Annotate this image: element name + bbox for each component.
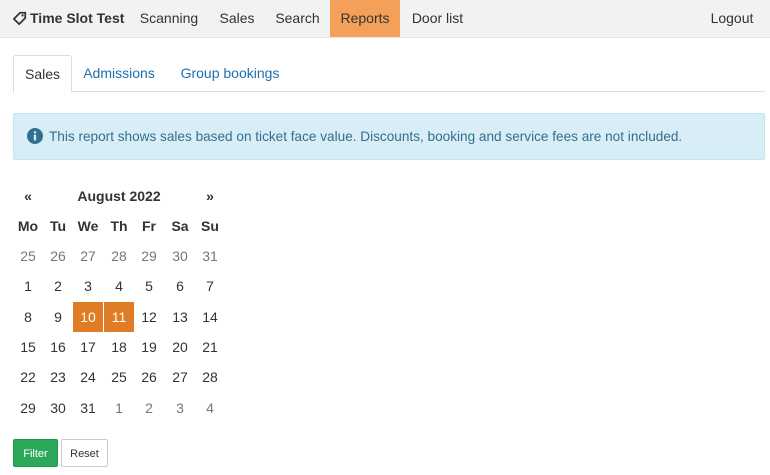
day-cell[interactable]: 8 bbox=[13, 302, 43, 332]
day-cell-selected[interactable]: 11 bbox=[104, 302, 134, 332]
day-cell[interactable]: 3 bbox=[165, 393, 195, 423]
next-month-button[interactable]: » bbox=[195, 181, 225, 211]
nav-sales[interactable]: Sales bbox=[209, 0, 265, 37]
day-cell-selected[interactable]: 10 bbox=[73, 302, 103, 332]
day-cell[interactable]: 5 bbox=[134, 271, 164, 301]
day-cell[interactable]: 2 bbox=[134, 393, 164, 423]
day-cell[interactable]: 9 bbox=[43, 302, 73, 332]
day-cell[interactable]: 1 bbox=[104, 393, 134, 423]
day-cell[interactable]: 15 bbox=[13, 332, 43, 362]
day-cell[interactable]: 12 bbox=[134, 302, 164, 332]
brand[interactable]: Time Slot Test bbox=[13, 0, 124, 37]
day-cell[interactable]: 16 bbox=[43, 332, 73, 362]
top-navbar: Time Slot Test Scanning Sales Search Rep… bbox=[0, 0, 770, 38]
prev-month-button[interactable]: « bbox=[13, 181, 43, 211]
day-cell[interactable]: 21 bbox=[195, 332, 225, 362]
day-cell[interactable]: 24 bbox=[73, 362, 103, 392]
day-cell[interactable]: 2 bbox=[43, 271, 73, 301]
tag-icon bbox=[13, 11, 27, 25]
filter-button[interactable]: Filter bbox=[13, 439, 58, 467]
weekday-label: Fr bbox=[142, 218, 156, 234]
day-cell[interactable]: 30 bbox=[43, 393, 73, 423]
logout-link[interactable]: Logout bbox=[700, 0, 764, 37]
tab-group-bookings[interactable]: Group bookings bbox=[171, 55, 289, 91]
weekday-label: Th bbox=[110, 218, 128, 234]
month-title[interactable]: August 2022 bbox=[43, 181, 195, 211]
nav-door-list[interactable]: Door list bbox=[400, 0, 475, 37]
day-cell[interactable]: 19 bbox=[134, 332, 164, 362]
weekday-label: Sa bbox=[171, 218, 189, 234]
nav-search[interactable]: Search bbox=[265, 0, 330, 37]
day-cell[interactable]: 3 bbox=[73, 271, 103, 301]
alert-text: This report shows sales based on ticket … bbox=[49, 129, 683, 144]
nav-scanning[interactable]: Scanning bbox=[129, 0, 209, 37]
day-cell[interactable]: 20 bbox=[165, 332, 195, 362]
day-grid: 25 26 27 28 29 30 31 1 2 3 4 5 6 7 8 9 1… bbox=[13, 241, 225, 425]
day-cell[interactable]: 25 bbox=[13, 241, 43, 271]
day-cell[interactable]: 29 bbox=[13, 393, 43, 423]
day-cell[interactable]: 26 bbox=[43, 241, 73, 271]
info-circle-icon bbox=[27, 128, 43, 144]
report-tabs: Sales Admissions Group bookings bbox=[13, 55, 765, 93]
weekday-label: Tu bbox=[49, 218, 67, 234]
day-cell[interactable]: 14 bbox=[195, 302, 225, 332]
weekday-label: We bbox=[77, 218, 99, 234]
day-cell[interactable]: 28 bbox=[104, 241, 134, 271]
day-cell[interactable]: 1 bbox=[13, 271, 43, 301]
day-cell[interactable]: 4 bbox=[195, 393, 225, 423]
weekday-label: Mo bbox=[17, 218, 39, 234]
day-cell[interactable]: 25 bbox=[104, 362, 134, 392]
day-cell[interactable]: 31 bbox=[195, 241, 225, 271]
info-alert: This report shows sales based on ticket … bbox=[13, 113, 765, 160]
day-cell[interactable]: 31 bbox=[73, 393, 103, 423]
day-cell[interactable]: 7 bbox=[195, 271, 225, 301]
nav-reports[interactable]: Reports bbox=[330, 0, 400, 37]
day-cell[interactable]: 27 bbox=[165, 362, 195, 392]
day-cell[interactable]: 17 bbox=[73, 332, 103, 362]
day-cell[interactable]: 29 bbox=[134, 241, 164, 271]
tab-sales[interactable]: Sales bbox=[13, 55, 72, 93]
weekday-label: Su bbox=[201, 218, 219, 234]
day-cell[interactable]: 13 bbox=[165, 302, 195, 332]
day-cell[interactable]: 4 bbox=[104, 271, 134, 301]
day-cell[interactable]: 23 bbox=[43, 362, 73, 392]
day-cell[interactable]: 30 bbox=[165, 241, 195, 271]
day-cell[interactable]: 26 bbox=[134, 362, 164, 392]
day-cell[interactable]: 22 bbox=[13, 362, 43, 392]
weekday-row: Mo Tu We Th Fr Sa Su bbox=[13, 211, 225, 241]
day-cell[interactable]: 27 bbox=[73, 241, 103, 271]
day-cell[interactable]: 18 bbox=[104, 332, 134, 362]
reset-button[interactable]: Reset bbox=[61, 439, 108, 467]
tab-admissions[interactable]: Admissions bbox=[76, 55, 162, 91]
day-cell[interactable]: 28 bbox=[195, 362, 225, 392]
calendar-header: « August 2022 » bbox=[13, 181, 225, 211]
brand-label: Time Slot Test bbox=[30, 10, 125, 26]
day-cell[interactable]: 6 bbox=[165, 271, 195, 301]
